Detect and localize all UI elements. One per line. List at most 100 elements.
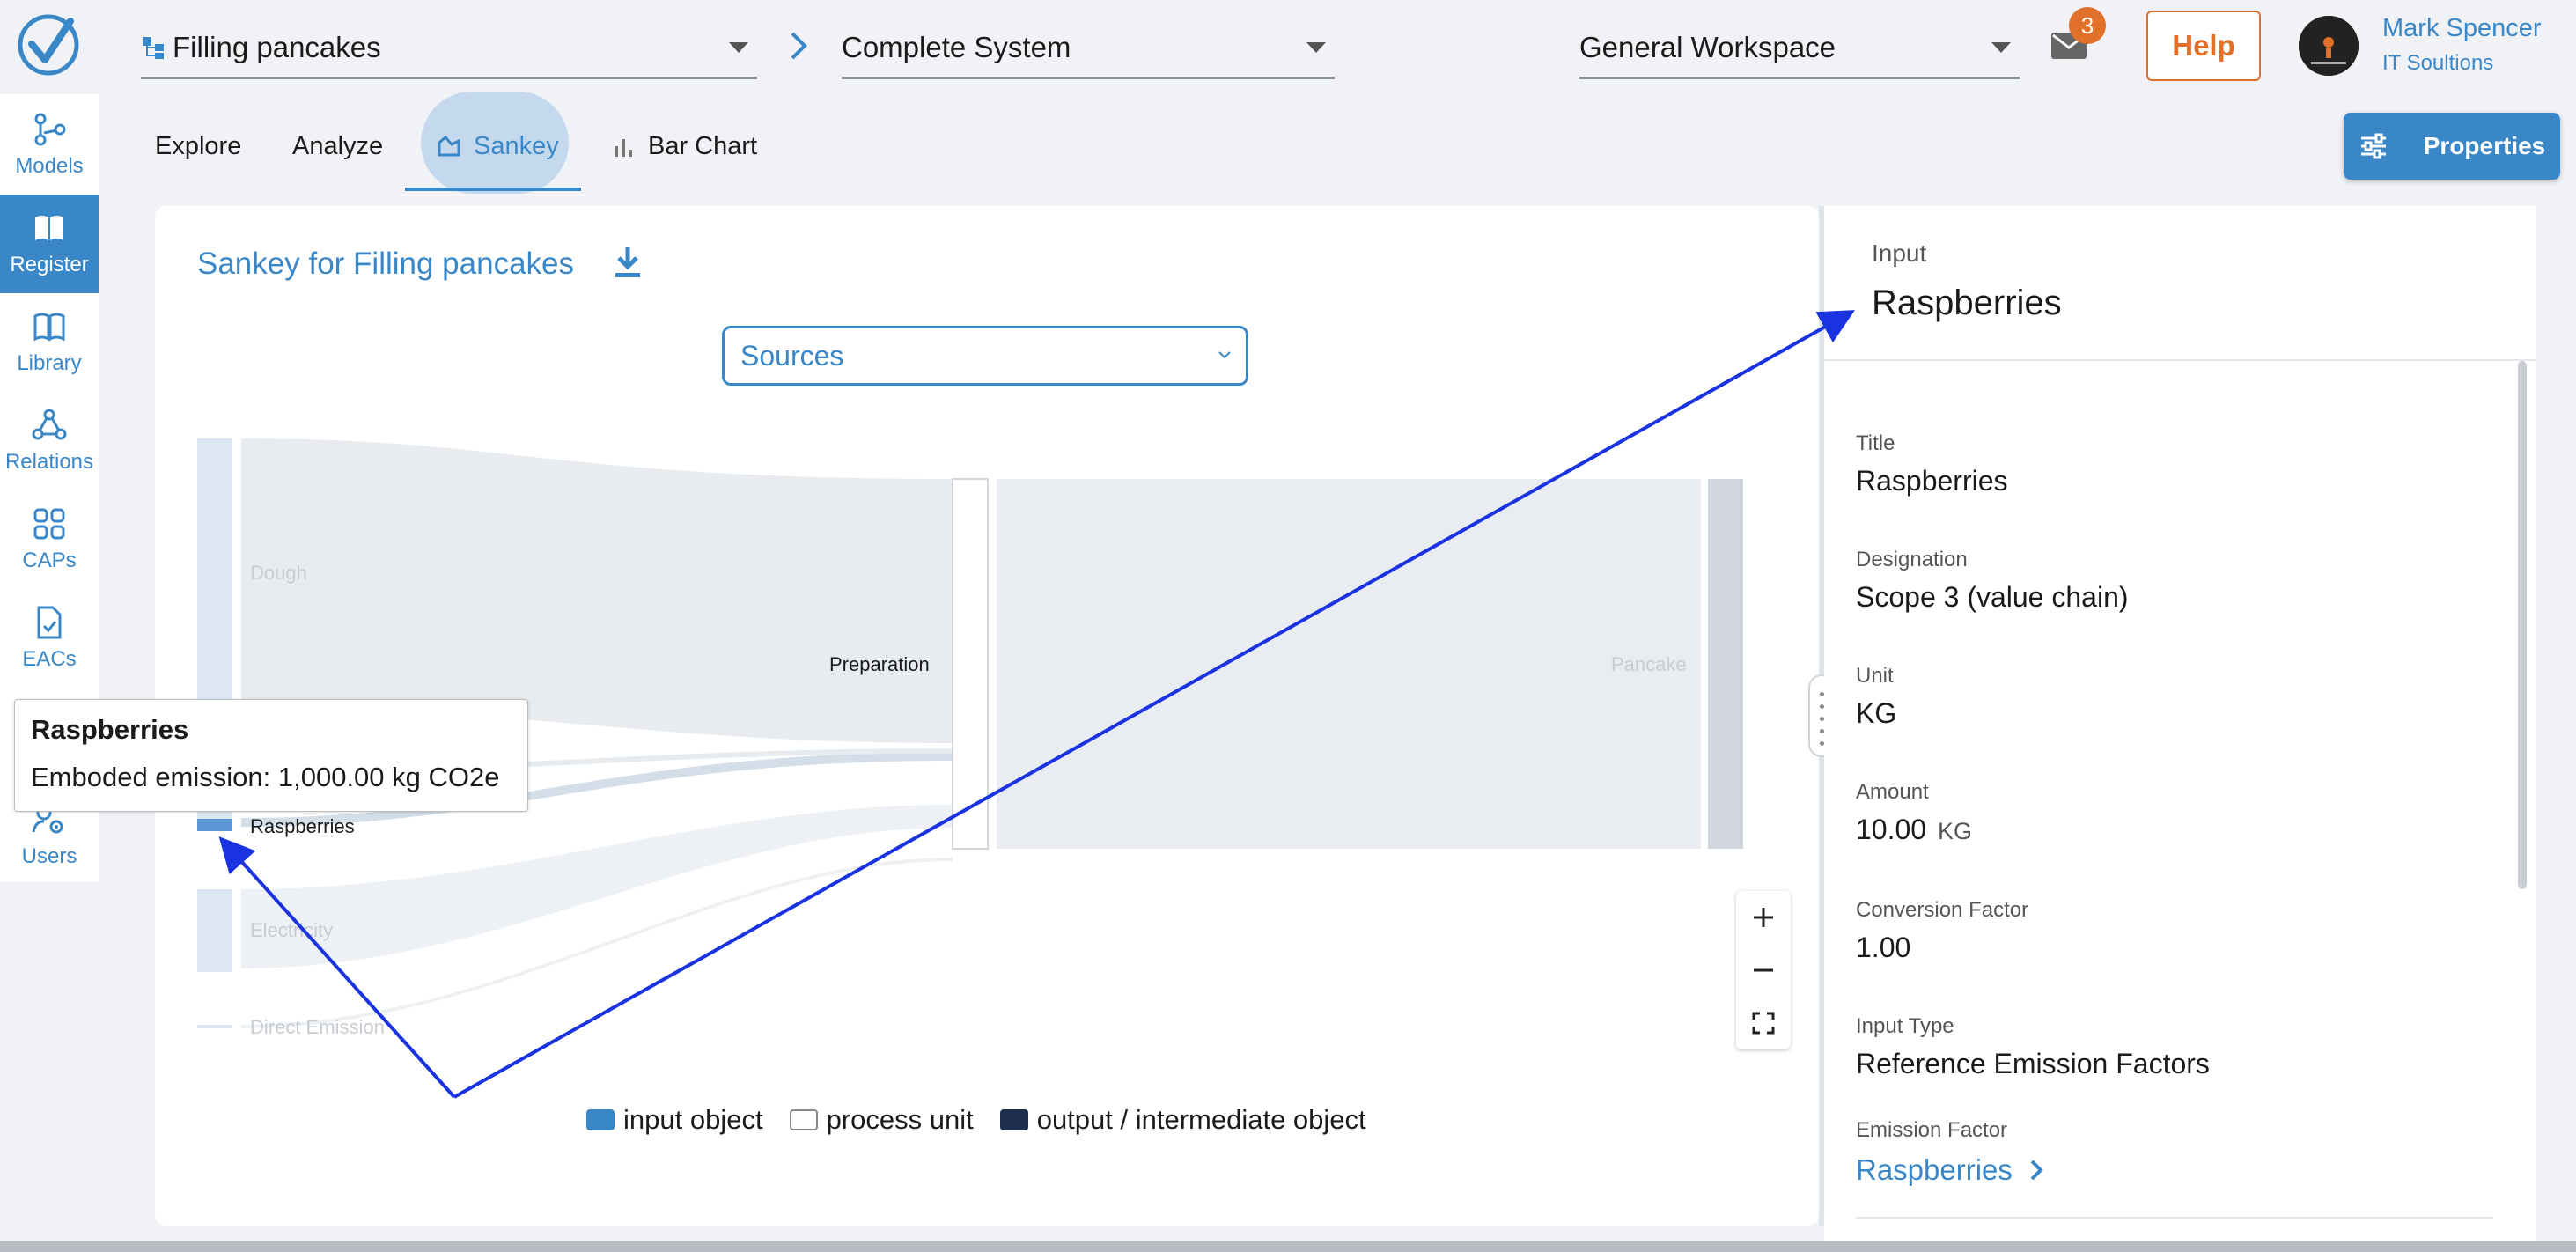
legend-output-label: output / intermediate object xyxy=(1036,1104,1366,1135)
amount-value: 10.00 xyxy=(1856,814,1927,845)
nav-eacs-label: EACs xyxy=(22,647,77,671)
designation-field-value: Scope 3 (value chain) xyxy=(1856,581,2129,613)
nav-caps[interactable]: CAPs xyxy=(0,490,99,589)
tune-icon xyxy=(2360,133,2386,159)
unit-field-value: KG xyxy=(1856,697,1897,729)
nav-library[interactable]: Library xyxy=(0,293,99,392)
tooltip-body: Emboded emission: 1,000.00 kg CO2e xyxy=(31,762,500,792)
workspace-select-value: General Workspace xyxy=(1579,30,1836,63)
tooltip-title: Raspberries xyxy=(31,714,189,745)
node-label-pancake: Pancake xyxy=(1611,653,1687,675)
legend-process-swatch xyxy=(789,1109,818,1130)
scope-select[interactable]: Complete System xyxy=(842,18,1335,79)
user-name[interactable]: Mark Spencer xyxy=(2382,14,2542,43)
plus-icon xyxy=(1754,908,1773,927)
bar-chart-icon xyxy=(615,139,632,157)
nav-eacs[interactable]: EACs xyxy=(0,589,99,688)
link-dough-preparation xyxy=(241,438,953,743)
scope-select-value: Complete System xyxy=(842,30,1071,63)
nav-caps-label: CAPs xyxy=(22,549,77,572)
title-field-value: Raspberries xyxy=(1856,465,2008,497)
avatar-image xyxy=(2299,16,2359,76)
chevron-right-icon xyxy=(791,32,807,60)
node-raspberries xyxy=(197,819,232,831)
conversion-factor-label: Conversion Factor xyxy=(1856,898,2029,922)
sankey-legend: input object process unit output / inter… xyxy=(586,1104,1393,1136)
model-select[interactable]: Filling pancakes xyxy=(141,18,757,79)
nav-relations-label: Relations xyxy=(4,450,94,474)
tab-explore[interactable]: Explore xyxy=(155,106,241,187)
designation-field-label: Designation xyxy=(1856,548,1968,571)
zoom-out-button[interactable] xyxy=(1736,944,1791,997)
input-type-label: Input Type xyxy=(1856,1014,1954,1038)
panel-divider xyxy=(1824,359,2536,361)
avatar[interactable] xyxy=(2299,16,2359,76)
panel-kind: Input xyxy=(1872,239,1927,267)
chevron-down-icon xyxy=(729,42,748,53)
amount-field-label: Amount xyxy=(1856,780,1929,804)
node-electricity xyxy=(197,889,232,972)
legend-output: output / intermediate object xyxy=(999,1104,1366,1136)
emission-factor-link-text: Raspberries xyxy=(1856,1153,2013,1186)
fullscreen-icon xyxy=(1752,1012,1775,1035)
properties-button[interactable]: Properties xyxy=(2344,113,2560,180)
library-icon xyxy=(33,313,65,342)
tab-analyze[interactable]: Analyze xyxy=(292,106,383,187)
mail-count-badge: 3 xyxy=(2069,7,2106,44)
nav-register[interactable]: Register xyxy=(0,195,99,293)
panel-title: Raspberries xyxy=(1872,284,2062,322)
tab-bar-chart[interactable]: Bar Chart xyxy=(611,106,757,187)
unit-field-label: Unit xyxy=(1856,664,1894,688)
user-organization: IT Soultions xyxy=(2382,51,2494,75)
emission-factor-link[interactable]: Raspberries xyxy=(1856,1153,2048,1187)
amount-field-value: 10.00 KG xyxy=(1856,814,1972,846)
nav-relations[interactable]: Relations xyxy=(0,392,99,490)
tab-sankey[interactable]: Sankey xyxy=(437,106,559,187)
legend-input-swatch xyxy=(586,1109,615,1130)
node-label-electricity: Electricity xyxy=(250,919,334,941)
panel-scrollbar[interactable] xyxy=(2518,361,2527,889)
properties-button-label: Properties xyxy=(2423,132,2546,159)
nav-models[interactable]: Models xyxy=(0,96,99,195)
sankey-chart-icon xyxy=(438,135,460,157)
app-logo-icon[interactable] xyxy=(16,12,81,77)
active-tab-indicator xyxy=(405,188,581,191)
link-preparation-pancake xyxy=(997,479,1701,849)
relations-icon xyxy=(32,409,67,440)
window-bottom-edge xyxy=(0,1241,2576,1252)
title-field-label: Title xyxy=(1856,431,1895,455)
node-label-raspberries: Raspberries xyxy=(250,815,355,837)
node-label-preparation: Preparation xyxy=(829,653,930,675)
node-direct-emission xyxy=(197,1025,232,1028)
node-pancake xyxy=(1708,479,1743,849)
panel-bottom-divider xyxy=(1856,1217,2493,1219)
legend-input: input object xyxy=(586,1104,763,1136)
minus-icon xyxy=(1754,968,1773,972)
zoom-in-button[interactable] xyxy=(1736,891,1791,944)
nav-register-label: Register xyxy=(10,253,89,276)
legend-process: process unit xyxy=(789,1104,974,1136)
input-type-value: Reference Emission Factors xyxy=(1856,1048,2210,1079)
fit-view-button[interactable] xyxy=(1736,997,1791,1049)
properties-panel: Input Raspberries Title Raspberries Desi… xyxy=(1824,206,2536,1252)
node-tooltip: Raspberries Emboded emission: 1,000.00 k… xyxy=(14,699,528,812)
model-tree-icon xyxy=(143,36,164,59)
workspace-select[interactable]: General Workspace xyxy=(1579,18,2020,79)
zoom-controls xyxy=(1736,891,1791,1049)
chevron-right-icon xyxy=(2030,1160,2043,1181)
node-label-dough: Dough xyxy=(250,562,307,584)
conversion-factor-value: 1.00 xyxy=(1856,932,1911,963)
nav-models-label: Models xyxy=(15,154,84,178)
help-button[interactable]: Help xyxy=(2146,11,2261,81)
node-label-direct-emission: Direct Emission xyxy=(250,1016,385,1038)
document-check-icon xyxy=(37,606,62,639)
node-preparation xyxy=(952,478,989,850)
amount-unit: KG xyxy=(1937,818,1972,844)
chevron-down-icon xyxy=(1991,42,2011,53)
top-bar: Filling pancakes Complete System General… xyxy=(0,0,2576,92)
emission-factor-label: Emission Factor xyxy=(1856,1118,2008,1142)
legend-process-label: process unit xyxy=(826,1104,974,1135)
tab-sankey-label: Sankey xyxy=(474,131,559,160)
legend-input-label: input object xyxy=(623,1104,763,1135)
book-icon xyxy=(35,216,63,240)
